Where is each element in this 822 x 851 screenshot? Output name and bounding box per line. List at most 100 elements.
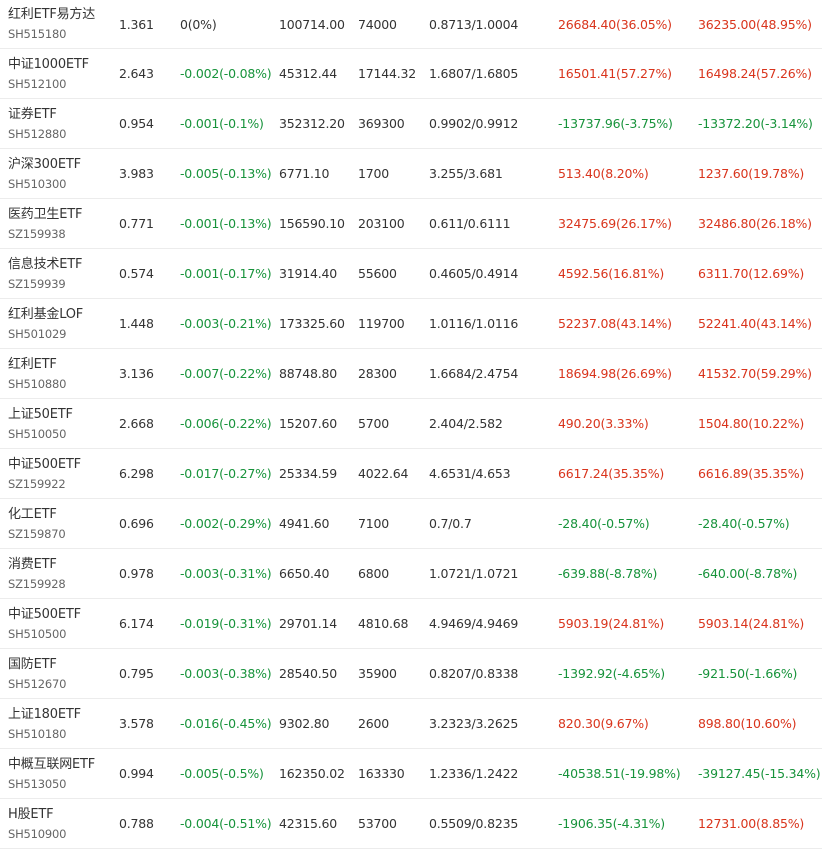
table-row[interactable]: 国防ETF SH512670 0.795 -0.003(-0.38%) 28540.50… xyxy=(0,649,822,699)
table-row[interactable]: 医药卫生ETF SZ159938 0.771 -0.001(-0.13%) 156590… xyxy=(0,199,822,249)
table-row[interactable]: 化工ETF SZ159870 0.696 -0.002(-0.29%) 4941.60 7… xyxy=(0,499,822,549)
fund-name-cell[interactable]: 中证1000ETF SH512100 xyxy=(8,49,89,98)
value-cell-2: 4810.68 xyxy=(358,616,409,631)
fund-name-cell[interactable]: 化工ETF SZ159870 xyxy=(8,499,66,548)
profit-cell-2: 12731.00(8.85%) xyxy=(698,816,805,831)
profit-cell-1: -13737.96(-3.75%) xyxy=(558,116,673,131)
profit-cell-1: -1392.92(-4.65%) xyxy=(558,666,665,681)
fund-code: SZ159928 xyxy=(8,576,66,591)
fund-name[interactable]: 国防ETF xyxy=(8,655,57,675)
profit-cell-2: 898.80(10.60%) xyxy=(698,716,797,731)
profit-cell-2: -640.00(-8.78%) xyxy=(698,566,798,581)
fund-name[interactable]: 红利ETF易方达 xyxy=(8,5,95,25)
value-cell-1: 100714.00 xyxy=(279,16,345,32)
table-row[interactable]: 中证1000ETF SH512100 2.643 -0.002(-0.08%) 4531… xyxy=(0,49,822,99)
ratio-cell: 0.5509/0.8235 xyxy=(429,816,519,831)
price-cell: 0.574 xyxy=(119,266,154,281)
table-row[interactable]: 沪深300ETF SH510300 3.983 -0.005(-0.13%) 6771.… xyxy=(0,149,822,199)
fund-name-cell[interactable]: 沪深300ETF SH510300 xyxy=(8,149,81,198)
fund-name-cell[interactable]: 中证500ETF SZ159922 xyxy=(8,449,81,498)
table-row[interactable]: 红利ETF SH510880 3.136 -0.007(-0.22%) 88748.80… xyxy=(0,349,822,399)
change-cell: -0.001(-0.13%) xyxy=(180,216,272,231)
ratio-cell: 0.8713/1.0004 xyxy=(429,16,519,32)
value-cell-2: 2600 xyxy=(358,716,390,731)
fund-code: SH510500 xyxy=(8,626,67,641)
fund-name[interactable]: 上证180ETF xyxy=(8,705,81,725)
fund-name[interactable]: 医药卫生ETF xyxy=(8,205,82,225)
fund-name-cell[interactable]: 中概互联网ETF SH513050 xyxy=(8,749,95,798)
price-cell: 0.994 xyxy=(119,766,154,781)
fund-name-cell[interactable]: 国防ETF SH512670 xyxy=(8,649,66,698)
value-cell-2: 1700 xyxy=(358,166,390,181)
profit-cell-1: -28.40(-0.57%) xyxy=(558,516,650,531)
profit-cell-1: 18694.98(26.69%) xyxy=(558,366,672,381)
ratio-cell: 0.611/0.6111 xyxy=(429,216,511,231)
value-cell-2: 4022.64 xyxy=(358,466,409,481)
value-cell-1: 9302.80 xyxy=(279,716,330,731)
change-cell: 0(0%) xyxy=(180,16,217,32)
profit-cell-1: 16501.41(57.27%) xyxy=(558,66,672,81)
profit-cell-2: 1504.80(10.22%) xyxy=(698,416,805,431)
fund-name-cell[interactable]: 消费ETF SZ159928 xyxy=(8,549,66,598)
table-row[interactable]: 中证500ETF SZ159922 6.298 -0.017(-0.27%) 25334… xyxy=(0,449,822,499)
fund-name-cell[interactable]: 红利ETF SH510880 xyxy=(8,349,66,398)
value-cell-1: 31914.40 xyxy=(279,266,338,281)
fund-name[interactable]: 红利基金LOF xyxy=(8,305,83,325)
ratio-cell: 1.2336/1.2422 xyxy=(429,766,519,781)
fund-name[interactable]: 上证50ETF xyxy=(8,405,73,425)
table-row[interactable]: 红利基金LOF SH501029 1.448 -0.003(-0.21%) 173325… xyxy=(0,299,822,349)
price-cell: 0.771 xyxy=(119,216,154,231)
fund-name-cell[interactable]: 中证500ETF SH510500 xyxy=(8,599,81,648)
table-row[interactable]: 中证500ETF SH510500 6.174 -0.019(-0.31%) 29701… xyxy=(0,599,822,649)
fund-name-cell[interactable]: 上证50ETF SH510050 xyxy=(8,399,73,448)
fund-name-cell[interactable]: H股ETF SH510900 xyxy=(8,799,66,848)
fund-name[interactable]: 红利ETF xyxy=(8,355,57,375)
fund-name-cell[interactable]: 红利ETF易方达 SH515180 xyxy=(8,0,95,48)
fund-code: SZ159922 xyxy=(8,476,66,491)
ratio-cell: 0.7/0.7 xyxy=(429,516,472,531)
price-cell: 0.978 xyxy=(119,566,154,581)
profit-cell-2: 6311.70(12.69%) xyxy=(698,266,805,281)
price-cell: 0.788 xyxy=(119,816,154,831)
value-cell-2: 55600 xyxy=(358,266,397,281)
change-cell: -0.005(-0.5%) xyxy=(180,766,264,781)
fund-name-cell[interactable]: 红利基金LOF SH501029 xyxy=(8,299,83,348)
price-cell: 2.643 xyxy=(119,66,154,81)
value-cell-1: 28540.50 xyxy=(279,666,338,681)
table-row[interactable]: 上证180ETF SH510180 3.578 -0.016(-0.45%) 9302.… xyxy=(0,699,822,749)
fund-name[interactable]: 化工ETF xyxy=(8,505,57,525)
fund-name[interactable]: 证券ETF xyxy=(8,105,57,125)
ratio-cell: 1.0721/1.0721 xyxy=(429,566,519,581)
profit-cell-1: 820.30(9.67%) xyxy=(558,716,649,731)
table-row[interactable]: 上证50ETF SH510050 2.668 -0.006(-0.22%) 15207.… xyxy=(0,399,822,449)
fund-name[interactable]: 信息技术ETF xyxy=(8,255,82,275)
value-cell-2: 5700 xyxy=(358,416,390,431)
table-row[interactable]: 中概互联网ETF SH513050 0.994 -0.005(-0.5%) 162350… xyxy=(0,749,822,799)
table-row[interactable]: H股ETF SH510900 0.788 -0.004(-0.51%) 42315.60… xyxy=(0,799,822,849)
fund-name-cell[interactable]: 医药卫生ETF SZ159938 xyxy=(8,199,82,248)
fund-name-cell[interactable]: 上证180ETF SH510180 xyxy=(8,699,81,748)
fund-name[interactable]: 中证500ETF xyxy=(8,605,81,625)
fund-name-cell[interactable]: 证券ETF SH512880 xyxy=(8,99,66,148)
table-row[interactable]: 证券ETF SH512880 0.954 -0.001(-0.1%) 352312.20… xyxy=(0,99,822,149)
fund-name[interactable]: H股ETF xyxy=(8,805,54,825)
value-cell-2: 203100 xyxy=(358,216,405,231)
profit-cell-1: 6617.24(35.35%) xyxy=(558,466,665,481)
value-cell-1: 42315.60 xyxy=(279,816,338,831)
value-cell-2: 17144.32 xyxy=(358,66,417,81)
table-row[interactable]: 信息技术ETF SZ159939 0.574 -0.001(-0.17%) 31914.… xyxy=(0,249,822,299)
ratio-cell: 1.6807/1.6805 xyxy=(429,66,519,81)
fund-name[interactable]: 消费ETF xyxy=(8,555,57,575)
profit-cell-1: -40538.51(-19.98%) xyxy=(558,766,681,781)
fund-code: SH515180 xyxy=(8,27,67,41)
profit-cell-1: 4592.56(16.81%) xyxy=(558,266,665,281)
fund-name-cell[interactable]: 信息技术ETF SZ159939 xyxy=(8,249,82,298)
fund-name[interactable]: 中证500ETF xyxy=(8,455,81,475)
table-row[interactable]: 消费ETF SZ159928 0.978 -0.003(-0.31%) 6650.40 6… xyxy=(0,549,822,599)
table-row[interactable]: 红利ETF易方达 SH515180 1.361 0(0%) 100714.00 74000… xyxy=(0,0,822,49)
fund-name[interactable]: 中证1000ETF xyxy=(8,55,89,75)
profit-cell-2: 16498.24(57.26%) xyxy=(698,66,812,81)
fund-name[interactable]: 沪深300ETF xyxy=(8,155,81,175)
fund-name[interactable]: 中概互联网ETF xyxy=(8,755,95,775)
value-cell-2: 369300 xyxy=(358,116,405,131)
